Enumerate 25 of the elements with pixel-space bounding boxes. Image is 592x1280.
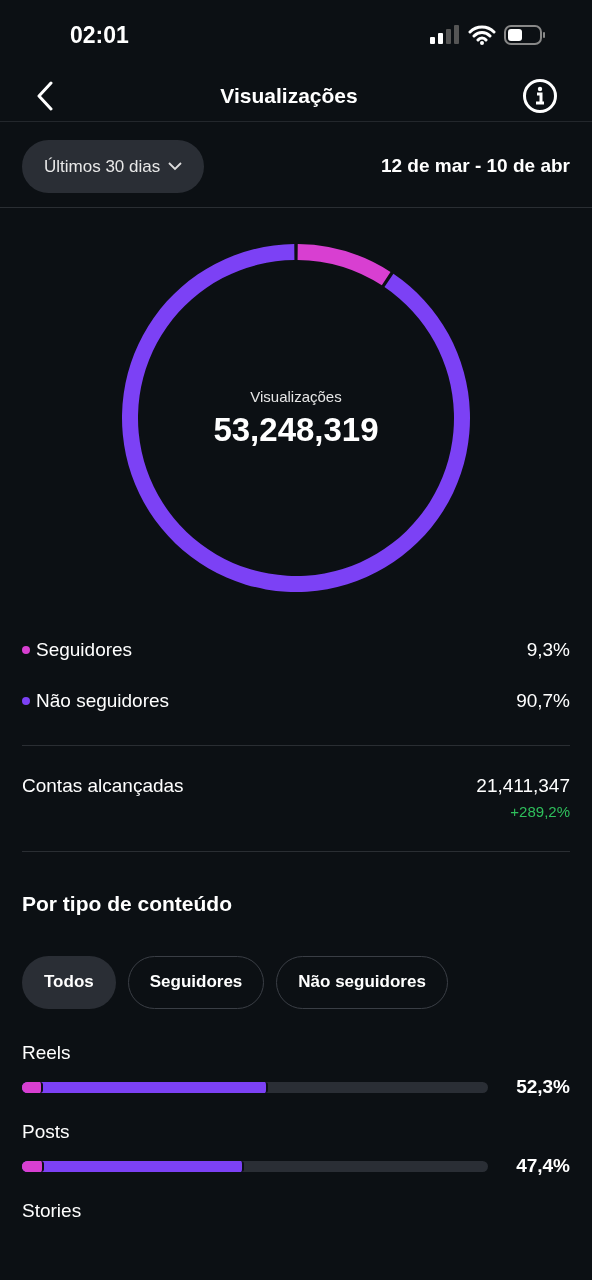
- info-button[interactable]: [522, 77, 558, 114]
- content-type-value: 52,3%: [516, 1075, 570, 1099]
- filter-tab[interactable]: Todos: [22, 955, 116, 1009]
- status-time: 02:01: [70, 20, 129, 50]
- content-type-label: Posts: [22, 1119, 71, 1144]
- total-value: 53,248,319: [213, 409, 379, 450]
- accounts-value: 21,411,347: [476, 774, 570, 798]
- content-type-value: 47,4%: [516, 1154, 570, 1178]
- chevron-down-icon: [168, 162, 183, 171]
- signal-icon: [430, 25, 460, 45]
- legend-value: 9,3%: [526, 638, 570, 662]
- period-dropdown[interactable]: Últimos 30 dias: [22, 140, 205, 193]
- total-label: Visualizações: [250, 387, 342, 408]
- date-range: 12 de mar - 10 de abr: [380, 154, 570, 179]
- accounts-change: +289,2%: [510, 801, 570, 822]
- content-type-label: Reels: [22, 1040, 72, 1065]
- section-title: Por tipo de conteúdo: [22, 892, 232, 915]
- content-type-label: Stories: [22, 1198, 83, 1223]
- legend-label: Seguidores: [36, 638, 133, 662]
- legend-value: 90,7%: [516, 688, 570, 713]
- wifi-icon: [468, 25, 496, 45]
- battery-icon: [504, 24, 546, 46]
- page-title: Visualizações: [220, 82, 358, 109]
- legend-label: Não seguidores: [36, 688, 170, 713]
- accounts-label: Contas alcançadas: [22, 774, 184, 798]
